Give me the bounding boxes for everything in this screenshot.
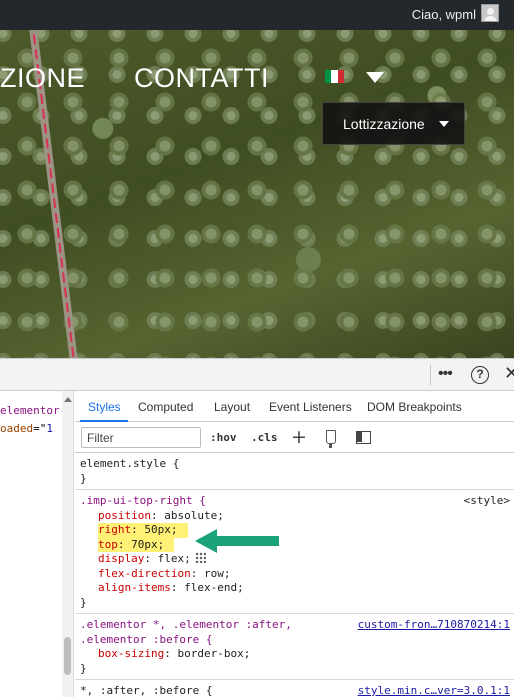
hero-aerial-photo: ZIONE CONTATTI Lottizzazione: [0, 30, 514, 358]
declaration[interactable]: position: absolute;: [80, 509, 508, 524]
css-rule-elementor: .elementor *, .elementor :after, .elemen…: [75, 614, 514, 680]
toolbar-divider: [430, 365, 431, 385]
devtools-drawer-bar: ••• ? ✕: [0, 358, 514, 391]
help-icon[interactable]: ?: [471, 366, 489, 384]
nav-item-contatti[interactable]: CONTATTI: [134, 63, 269, 94]
rule-selector[interactable]: element.style {: [80, 457, 508, 472]
css-rule-element-style: element.style { }: [75, 453, 514, 490]
close-icon[interactable]: ✕: [504, 363, 514, 384]
tab-event-listeners[interactable]: Event Listeners: [269, 400, 352, 414]
dom-scrollbar[interactable]: [62, 391, 74, 697]
more-icon[interactable]: •••: [438, 365, 453, 383]
css-rule-imp-ui-top-right: .imp-ui-top-right { <style> position: ab…: [75, 490, 514, 614]
filter-input[interactable]: [81, 427, 201, 448]
css-rules-list: element.style { } .imp-ui-top-right { <s…: [75, 453, 514, 697]
hov-toggle[interactable]: :hov: [210, 431, 237, 444]
dom-line[interactable]: elementor-: [0, 404, 62, 417]
nav-item-partial[interactable]: ZIONE: [0, 63, 85, 94]
lottizzazione-dropdown-button[interactable]: Lottizzazione: [322, 102, 465, 145]
rule-close-brace: }: [80, 661, 87, 675]
new-rule-plus-icon[interactable]: +: [291, 426, 307, 448]
declaration-highlighted[interactable]: right: 50px;: [80, 523, 508, 538]
tab-computed[interactable]: Computed: [138, 400, 193, 414]
declaration[interactable]: align-items: flex-end;: [80, 581, 508, 596]
admin-greeting[interactable]: Ciao, wpml: [412, 7, 476, 22]
rule-close-brace: }: [80, 471, 87, 485]
rule-close-brace: }: [80, 595, 87, 609]
styles-tabbar: Styles Computed Layout Event Listeners D…: [75, 391, 514, 422]
tab-dom-breakpoints[interactable]: DOM Breakpoints: [367, 400, 462, 414]
caret-down-icon: [438, 120, 449, 127]
lottizzazione-label: Lottizzazione: [343, 115, 425, 132]
paint-brush-icon[interactable]: [326, 430, 336, 448]
user-avatar-icon[interactable]: [481, 4, 499, 22]
toggle-sidebar-icon[interactable]: [356, 431, 371, 444]
rule-selector[interactable]: .elementor :before {: [80, 633, 508, 648]
rule-source-link[interactable]: style.min.c…ver=3.0.1:1: [358, 684, 510, 697]
declaration[interactable]: display: flex;: [80, 552, 508, 567]
language-caret-down-icon[interactable]: [366, 72, 384, 83]
rule-selector[interactable]: .imp-ui-top-right {: [80, 494, 508, 509]
styles-toolbar: :hov .cls +: [75, 422, 514, 453]
admin-bar: Ciao, wpml: [0, 0, 514, 30]
rule-source-link[interactable]: custom-fron…710870214:1: [358, 618, 510, 633]
declaration[interactable]: flex-direction: row;: [80, 567, 508, 582]
dom-line[interactable]: oaded="1: [0, 422, 53, 435]
scroll-up-icon[interactable]: [64, 397, 72, 402]
annotation-arrow-icon: [195, 529, 279, 553]
elements-dom-tree: elementor- oaded="1: [0, 391, 62, 697]
tab-layout[interactable]: Layout: [214, 400, 250, 414]
tab-styles[interactable]: Styles: [88, 400, 121, 414]
declaration-highlighted[interactable]: top: 70px;: [80, 537, 508, 552]
rule-source[interactable]: <style>: [464, 494, 510, 509]
italian-flag-icon[interactable]: [325, 70, 344, 83]
cls-toggle[interactable]: .cls: [251, 431, 278, 444]
scrollbar-thumb[interactable]: [64, 637, 71, 675]
styles-pane: Styles Computed Layout Event Listeners D…: [75, 391, 514, 697]
css-rule-universal: *, :after, :before { style.min.c…ver=3.0…: [75, 680, 514, 697]
declaration[interactable]: box-sizing: border-box;: [80, 647, 508, 662]
